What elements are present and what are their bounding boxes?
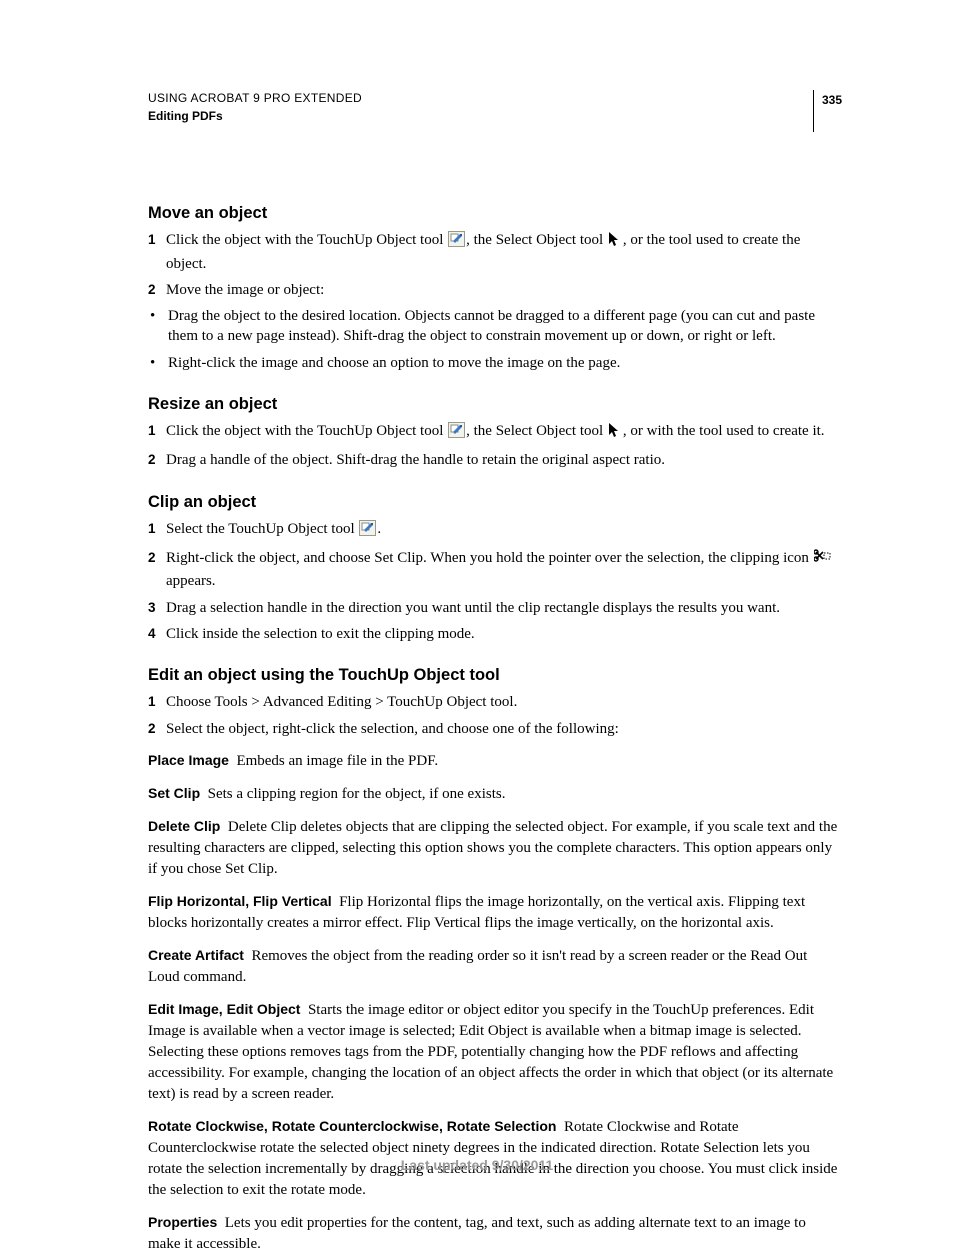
list-item: 2Drag a handle of the object. Shift-drag… [148,450,842,470]
definition-item: Create ArtifactRemoves the object from t… [148,946,842,988]
header-subtitle: Editing PDFs [148,108,362,124]
select-object-icon [608,231,622,253]
list-item: 1 Click the object with the TouchUp Obje… [148,421,842,444]
list-item: 4Click inside the selection to exit the … [148,624,842,644]
page-number: 335 [813,90,842,132]
section-heading: Clip an object [148,491,842,513]
list-item: Drag the object to the desired location.… [148,306,842,347]
touchup-object-icon [448,231,465,253]
header-title: USING ACROBAT 9 PRO EXTENDED [148,90,362,106]
list-item: 1 Select the TouchUp Object tool . [148,519,842,542]
definition-item: Flip Horizontal, Flip VerticalFlip Horiz… [148,892,842,934]
select-object-icon [608,422,622,444]
definition-item: Set ClipSets a clipping region for the o… [148,784,842,805]
section-heading: Move an object [148,202,842,224]
definition-item: PropertiesLets you edit properties for t… [148,1213,842,1255]
touchup-object-icon [448,422,465,444]
clip-icon [814,549,832,571]
list-item: 2Move the image or object: [148,280,842,300]
list-item: 3Drag a selection handle in the directio… [148,598,842,618]
definition-item: Delete ClipDelete Clip deletes objects t… [148,817,842,880]
footer-updated: Last updated 9/30/2011 [0,1156,954,1175]
list-item: 2 Right-click the object, and choose Set… [148,548,842,592]
list-item: 1Choose Tools > Advanced Editing > Touch… [148,692,842,712]
list-item: Right-click the image and choose an opti… [148,353,842,373]
section-heading: Edit an object using the TouchUp Object … [148,664,842,686]
section-heading: Resize an object [148,393,842,415]
list-item: 1 Click the object with the TouchUp Obje… [148,230,842,274]
page-header: USING ACROBAT 9 PRO EXTENDED Editing PDF… [148,90,842,182]
list-item: 2Select the object, right-click the sele… [148,719,842,739]
definition-item: Edit Image, Edit ObjectStarts the image … [148,1000,842,1105]
touchup-object-icon [359,520,376,542]
definition-item: Place ImageEmbeds an image file in the P… [148,751,842,772]
